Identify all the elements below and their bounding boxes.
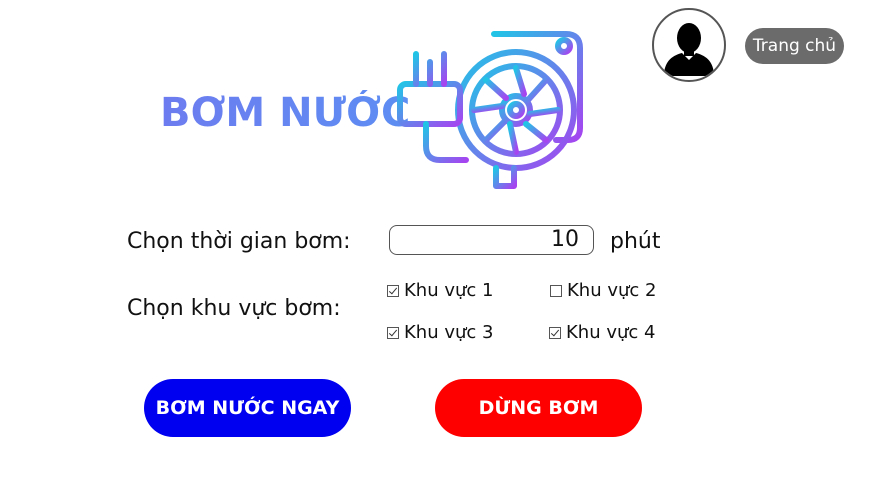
user-avatar[interactable] [652,8,726,82]
area-checkbox-2[interactable]: Khu vực 2 [550,280,656,301]
stop-pump-button[interactable]: DỪNG BƠM [435,379,642,437]
area-label: Chọn khu vực bơm: [127,296,341,321]
checkbox-checked-icon [387,326,399,339]
area-checkbox-label: Khu vực 1 [404,280,494,301]
pump-control-page: Trang chủ BƠM NƯỚC Chọn thời gian bơm: 1… [0,0,895,488]
user-silhouette-icon [664,23,714,76]
area-checkbox-4[interactable]: Khu vực 4 [549,322,655,343]
checkbox-checked-icon [387,284,399,297]
water-pump-icon [397,31,583,189]
checkbox-unchecked-icon [550,284,562,297]
area-checkbox-1[interactable]: Khu vực 1 [387,280,493,301]
checkbox-checked-icon [549,326,561,339]
page-title: BƠM NƯỚC [160,90,411,136]
home-button[interactable]: Trang chủ [745,28,844,64]
area-checkbox-label: Khu vực 3 [404,322,494,343]
pump-time-input[interactable]: 10 [389,225,594,255]
area-checkbox-label: Khu vực 4 [566,322,656,343]
time-unit-label: phút [610,229,661,254]
start-pump-button[interactable]: BƠM NƯỚC NGAY [144,379,351,437]
time-label: Chọn thời gian bơm: [127,229,351,254]
area-checkbox-3[interactable]: Khu vực 3 [387,322,493,343]
area-checkbox-label: Khu vực 2 [567,280,657,301]
